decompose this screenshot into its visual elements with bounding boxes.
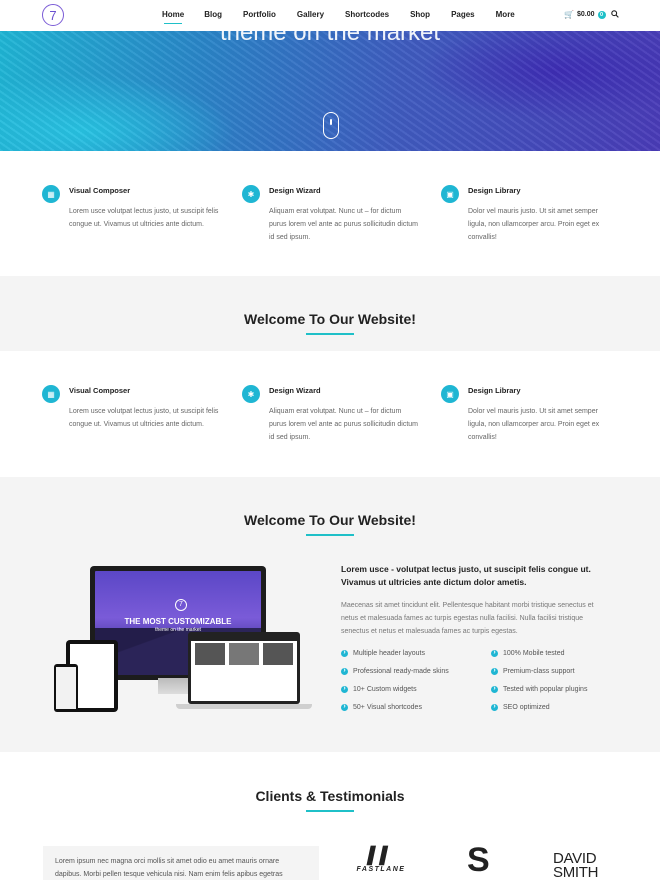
grid-icon: ▦ (42, 385, 60, 403)
devices-illustration: 7 THE MOST CUSTOMIZABLE theme on the mar… (52, 566, 312, 716)
feature-list-right: 100% Mobile tested Premium-class support… (491, 650, 587, 722)
laptop-nav-bar (191, 635, 297, 641)
feature-title: Visual Composer (69, 386, 131, 395)
client-name: FASTLANE (356, 866, 406, 873)
section-title: Welcome To Our Website! (244, 512, 416, 528)
client-logo-s[interactable]: S (467, 840, 490, 880)
fastlane-mark-icon: ▍▍ (366, 848, 396, 865)
list-item: 10+ Custom widgets (341, 686, 449, 704)
share-icon: ✱ (242, 185, 260, 203)
welcome-lead: Lorem usce - volutpat lectus justo, ut s… (341, 564, 591, 587)
title-underline (306, 534, 354, 536)
title-underline (306, 333, 354, 335)
feature-list-left: Multiple header layouts Professional rea… (341, 650, 449, 722)
list-item: Professional ready-made skins (341, 668, 449, 686)
feature-title: Design Wizard (269, 186, 321, 195)
cart-icon: 🛒 (564, 10, 574, 19)
nav-gallery[interactable]: Gallery (297, 0, 324, 31)
laptop-tile (195, 643, 225, 665)
welcome-band-1: Welcome To Our Website! (0, 276, 660, 351)
feature-title: Design Library (468, 386, 521, 395)
feature-title: Design Library (468, 186, 521, 195)
phone (54, 664, 78, 712)
image-icon: ▣ (441, 385, 459, 403)
testimonials-title: Clients & Testimonials (255, 788, 405, 804)
screen-title: THE MOST CUSTOMIZABLE (124, 617, 232, 626)
testimonial-quote: Lorem ipsum nec magna orci mollis sit am… (43, 846, 319, 880)
monitor-stand (158, 678, 188, 694)
image-icon: ▣ (441, 185, 459, 203)
feature-text: Aliquam erat volutpat. Nunc ut – for dic… (269, 208, 419, 241)
screen-logo: 7 (175, 599, 187, 611)
feature-title: Design Wizard (269, 386, 321, 395)
hero-title: theme on the market (219, 31, 441, 46)
nav-shop[interactable]: Shop (410, 0, 430, 31)
section-title: Welcome To Our Website! (244, 311, 416, 327)
site-header: 7 Home Blog Portfolio Gallery Shortcodes… (0, 0, 660, 31)
cart-count-badge: 0 (597, 10, 606, 19)
cart-button[interactable]: 🛒 $0.00 0 (564, 10, 606, 19)
nav-more[interactable]: More (496, 0, 515, 31)
nav-pages[interactable]: Pages (451, 0, 475, 31)
search-icon[interactable] (611, 10, 619, 18)
welcome-paragraph: Maecenas sit amet tincidunt elit. Pellen… (341, 602, 594, 635)
feature-text: Dolor vel mauris justo. Ut sit amet semp… (468, 208, 600, 241)
share-icon: ✱ (242, 385, 260, 403)
nav-blog[interactable]: Blog (204, 0, 222, 31)
client-logo-fastlane[interactable]: ▍▍ FASTLANE (351, 848, 411, 873)
nav-home[interactable]: Home (162, 0, 184, 31)
list-item: SEO optimized (491, 704, 587, 722)
hero-banner: theme on the market (0, 31, 660, 151)
laptop-base (176, 704, 312, 709)
list-item: 100% Mobile tested (491, 650, 587, 668)
scroll-mouse-icon[interactable] (323, 112, 339, 139)
features-section-2: ▦ Visual Composer Lorem usce volutpat le… (0, 351, 660, 477)
list-item: Premium-class support (491, 668, 587, 686)
feature-text: Lorem usce volutpat lectus justo, ut sus… (69, 408, 219, 428)
laptop-tile (229, 643, 259, 665)
list-item: 50+ Visual shortcodes (341, 704, 449, 722)
feature-text: Dolor vel mauris justo. Ut sit amet semp… (468, 408, 600, 441)
cart-total: $0.00 (576, 11, 595, 18)
laptop-tile (263, 643, 293, 665)
phone-screen (56, 667, 76, 709)
main-nav: Home Blog Portfolio Gallery Shortcodes S… (162, 0, 515, 31)
laptop-screen (191, 635, 297, 701)
feature-text: Aliquam erat volutpat. Nunc ut – for dic… (269, 408, 419, 441)
list-item: Multiple header layouts (341, 650, 449, 668)
site-logo[interactable]: 7 (42, 4, 64, 26)
grid-icon: ▦ (42, 185, 60, 203)
feature-text: Lorem usce volutpat lectus justo, ut sus… (69, 208, 219, 228)
nav-shortcodes[interactable]: Shortcodes (345, 0, 389, 31)
features-section-1: ▦ Visual Composer Lorem usce volutpat le… (0, 151, 660, 276)
title-underline (306, 810, 354, 812)
nav-portfolio[interactable]: Portfolio (243, 0, 276, 31)
feature-title: Visual Composer (69, 186, 131, 195)
list-item: Tested with popular plugins (491, 686, 587, 704)
client-logo-david-smith[interactable]: DAVID SMITH (553, 851, 611, 880)
laptop (188, 632, 300, 704)
quote-text: Lorem ipsum nec magna orci mollis sit am… (55, 858, 283, 878)
